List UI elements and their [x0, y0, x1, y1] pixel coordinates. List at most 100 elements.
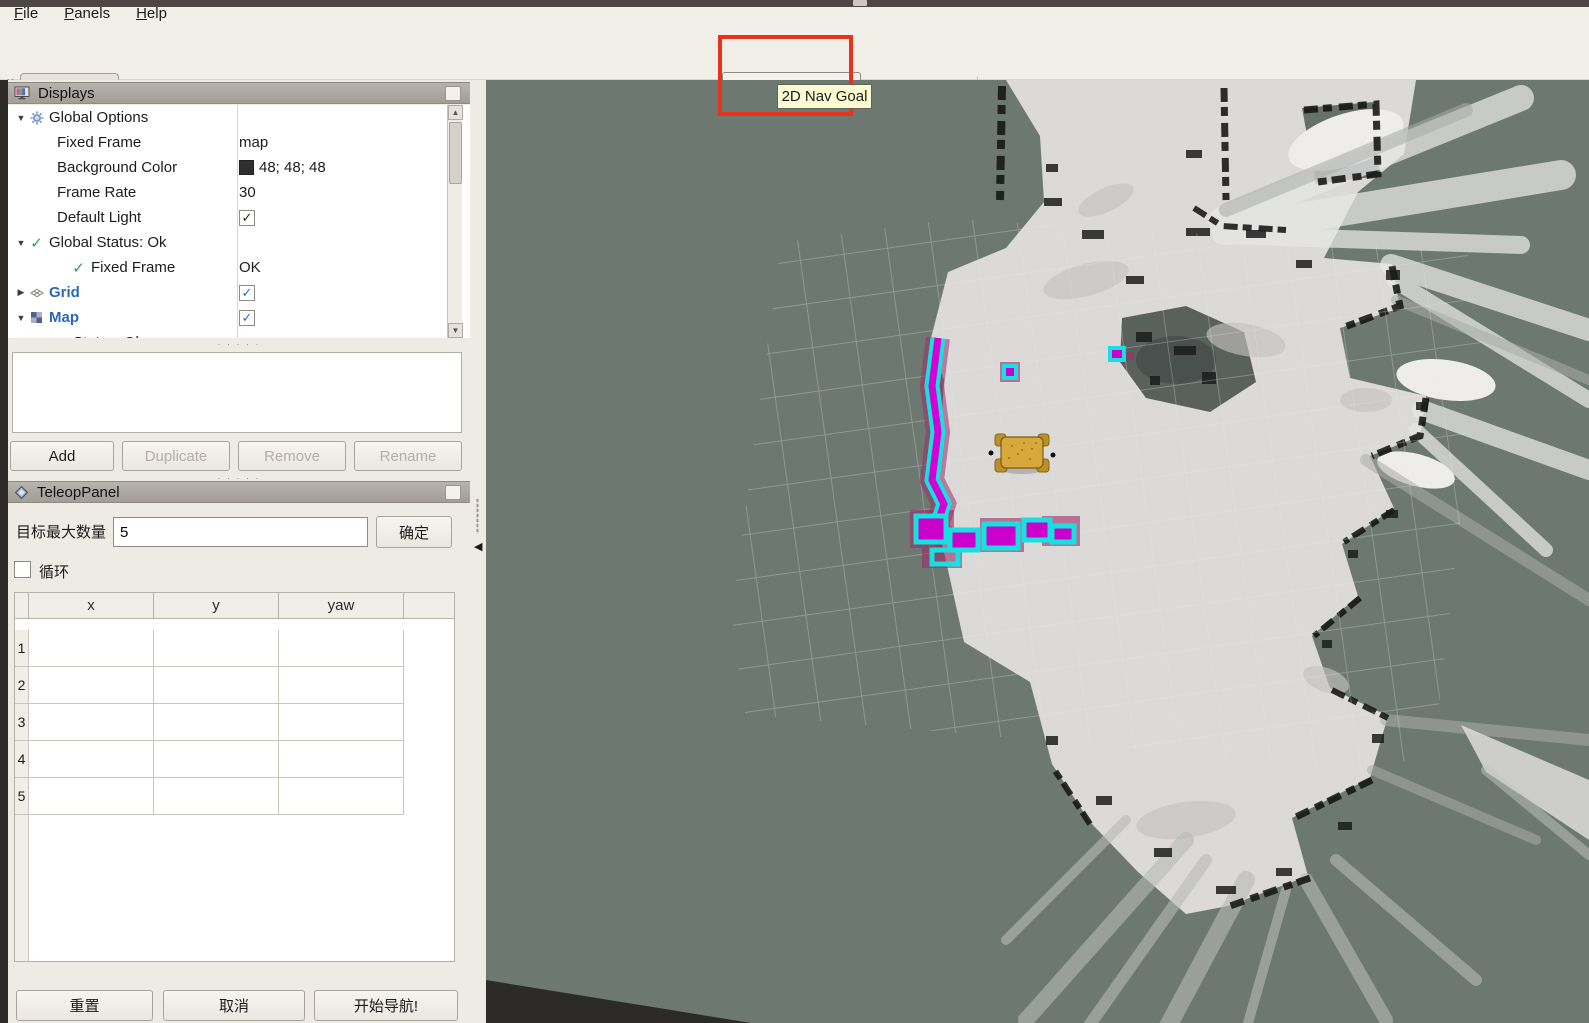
- monitor-icon: [14, 86, 30, 100]
- loop-checkbox[interactable]: [14, 561, 31, 578]
- duplicate-display-button[interactable]: Duplicate: [122, 441, 230, 471]
- row-header[interactable]: 3: [15, 704, 29, 741]
- table-corner: [15, 593, 29, 619]
- nav-goal-tooltip: 2D Nav Goal: [777, 84, 872, 109]
- tree-value[interactable]: 48; 48; 48: [239, 159, 326, 176]
- titlebar-artifact: [853, 0, 867, 6]
- checkbox-checked[interactable]: ✓: [239, 310, 255, 326]
- menu-panels-key: P: [64, 5, 74, 22]
- scroll-down-arrow-icon[interactable]: ▼: [448, 323, 463, 338]
- tree-scrollbar[interactable]: ▲ ▼: [447, 105, 462, 338]
- checkbox-checked[interactable]: ✓: [239, 210, 255, 226]
- checkbox-checked[interactable]: ✓: [239, 285, 255, 301]
- teleop-float-button[interactable]: [445, 485, 461, 500]
- color-swatch: [239, 160, 254, 175]
- color-value: 48; 48; 48: [259, 159, 326, 176]
- menu-help-rest: elp: [147, 5, 167, 22]
- add-display-button[interactable]: Add: [10, 441, 114, 471]
- render-viewport[interactable]: [486, 80, 1589, 1023]
- loop-checkbox-label: 循环: [39, 561, 69, 582]
- tooltip-text: 2D Nav Goal: [782, 88, 868, 105]
- menu-help[interactable]: Help: [136, 5, 167, 22]
- cell-x[interactable]: [29, 704, 154, 741]
- displays-tree: ▼ Global Options Fixed Frame map Backgro…: [8, 105, 470, 338]
- tree-row-default-light[interactable]: Default Light ✓: [8, 205, 447, 230]
- collapse-arrow-icon[interactable]: ▶: [14, 287, 28, 298]
- row-header[interactable]: 1: [15, 630, 29, 667]
- map-canvas[interactable]: [486, 80, 1589, 1023]
- cell-yaw[interactable]: [279, 630, 404, 667]
- left-panel-stack: Displays ▼ Global Options Fixed Frame ma…: [8, 80, 470, 1023]
- max-goals-input[interactable]: [113, 517, 368, 547]
- menu-help-key: H: [136, 5, 147, 22]
- map-display-icon: [28, 311, 45, 324]
- collapse-panel-arrow-icon[interactable]: ◀: [474, 540, 482, 553]
- tree-row-background-color[interactable]: Background Color 48; 48; 48: [8, 155, 447, 180]
- tree-label: Fixed Frame: [57, 134, 141, 151]
- cell-y[interactable]: [154, 704, 279, 741]
- confirm-button[interactable]: 确定: [376, 516, 452, 548]
- grid-display-icon: [28, 286, 45, 300]
- panel-resize-grip[interactable]: · · · · ·: [8, 339, 470, 349]
- goal-table: x y yaw 1 2 3 4 5: [14, 592, 455, 962]
- displays-panel-header[interactable]: Displays: [8, 82, 470, 104]
- cell-yaw[interactable]: [279, 704, 404, 741]
- menu-file[interactable]: File: [14, 5, 38, 22]
- tree-row-map-status-partial[interactable]: ▶ ✓ Status: Ok: [8, 330, 447, 338]
- column-header-y[interactable]: y: [154, 593, 279, 619]
- cell-yaw[interactable]: [279, 778, 404, 815]
- collapse-arrow-icon[interactable]: ▶: [38, 337, 52, 338]
- tree-label: Global Status: Ok: [49, 234, 167, 251]
- scroll-up-arrow-icon[interactable]: ▲: [448, 105, 463, 120]
- cell-x[interactable]: [29, 630, 154, 667]
- tree-value[interactable]: 30: [239, 184, 256, 201]
- gear-icon: [28, 111, 45, 125]
- panel-splitter[interactable]: ◀: [470, 80, 486, 1023]
- tree-row-fixed-frame[interactable]: Fixed Frame map: [8, 130, 447, 155]
- tree-label: Grid: [49, 284, 80, 301]
- tree-row-fixed-frame-status[interactable]: ✓ Fixed Frame OK: [8, 255, 447, 280]
- menu-panels-rest: anels: [74, 5, 110, 22]
- scrollbar-thumb[interactable]: [449, 122, 462, 184]
- expand-arrow-icon[interactable]: ▼: [14, 113, 28, 123]
- tree-row-grid[interactable]: ▶ Grid ✓: [8, 280, 447, 305]
- cell-x[interactable]: [29, 667, 154, 704]
- tree-value[interactable]: map: [239, 134, 268, 151]
- row-header[interactable]: 5: [15, 778, 29, 815]
- remove-display-button[interactable]: Remove: [238, 441, 346, 471]
- tree-label: Frame Rate: [57, 184, 136, 201]
- column-header-blank: [404, 593, 454, 619]
- tree-row-global-status[interactable]: ▼ ✓ Global Status: Ok: [8, 230, 447, 255]
- column-header-x[interactable]: x: [29, 593, 154, 619]
- expand-arrow-icon[interactable]: ▼: [14, 313, 28, 323]
- cell-y[interactable]: [154, 630, 279, 667]
- tree-row-frame-rate[interactable]: Frame Rate 30: [8, 180, 447, 205]
- cancel-button[interactable]: 取消: [163, 990, 305, 1021]
- reset-button[interactable]: 重置: [16, 990, 153, 1021]
- cell-x[interactable]: [29, 741, 154, 778]
- displays-float-button[interactable]: [445, 86, 461, 101]
- max-goals-label: 目标最大数量: [16, 521, 106, 542]
- cell-y[interactable]: [154, 741, 279, 778]
- status-ok-check-icon: ✓: [52, 334, 69, 339]
- tree-row-map[interactable]: ▼ Map ✓: [8, 305, 447, 330]
- row-header[interactable]: 4: [15, 741, 29, 778]
- start-navigation-button[interactable]: 开始导航!: [314, 990, 458, 1021]
- row-header[interactable]: 2: [15, 667, 29, 704]
- menu-panels[interactable]: Panels: [64, 5, 110, 22]
- expand-arrow-icon[interactable]: ▼: [14, 238, 28, 248]
- status-ok-check-icon: ✓: [70, 259, 87, 277]
- cell-blank: [404, 667, 454, 704]
- cell-yaw[interactable]: [279, 741, 404, 778]
- tree-row-global-options[interactable]: ▼ Global Options: [8, 105, 447, 130]
- rename-display-button[interactable]: Rename: [354, 441, 462, 471]
- teleop-panel-title: TeleopPanel: [37, 484, 120, 501]
- cell-y[interactable]: [154, 778, 279, 815]
- teleop-panel-header[interactable]: TeleopPanel: [8, 481, 470, 503]
- cell-y[interactable]: [154, 667, 279, 704]
- tree-label: Map: [49, 309, 79, 326]
- cell-yaw[interactable]: [279, 667, 404, 704]
- cell-blank: [404, 741, 454, 778]
- cell-x[interactable]: [29, 778, 154, 815]
- column-header-yaw[interactable]: yaw: [279, 593, 404, 619]
